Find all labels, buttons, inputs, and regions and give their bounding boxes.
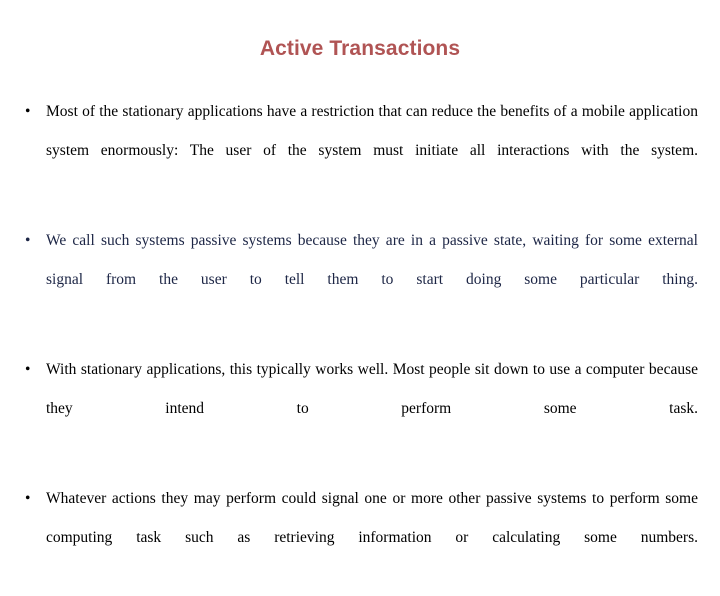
bullet-point-icon: • [25, 361, 31, 378]
bullet-point-icon: • [25, 490, 31, 507]
bullet-list: • Most of the stationary applications ha… [22, 92, 698, 596]
bullet-point-icon: • [25, 103, 31, 120]
page-title: Active Transactions [259, 37, 461, 60]
bullet-point-icon: • [25, 232, 31, 249]
list-item-text: Most of the stationary applications have… [46, 103, 698, 159]
list-item-text: Whatever actions they may perform could … [46, 490, 698, 546]
list-item: • We call such systems passive systems b… [22, 221, 698, 338]
list-item: • Whatever actions they may perform coul… [22, 479, 698, 596]
list-item: • With stationary applications, this typ… [22, 350, 698, 467]
list-item-text: With stationary applications, this typic… [46, 361, 698, 417]
list-item: • Most of the stationary applications ha… [22, 92, 698, 209]
slide-canvas: Active Transactions • Most of the statio… [0, 0, 720, 546]
list-item-text: We call such systems passive systems bec… [46, 232, 698, 288]
